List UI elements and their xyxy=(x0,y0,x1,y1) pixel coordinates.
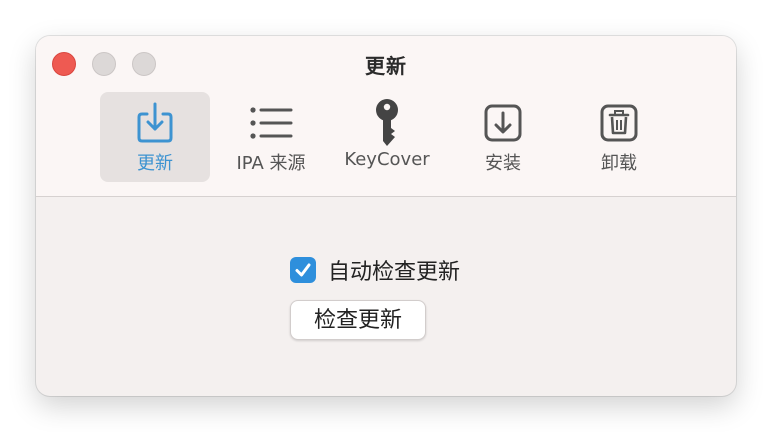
auto-update-row: 自动检查更新 xyxy=(290,254,460,286)
update-settings-panel: 自动检查更新 检查更新 xyxy=(36,197,736,396)
tab-keycover[interactable]: KeyCover xyxy=(332,92,442,182)
tab-keycover-label: KeyCover xyxy=(344,149,430,170)
list-icon xyxy=(216,102,326,144)
window-title: 更新 xyxy=(365,54,407,78)
tab-uninstall-label: 卸载 xyxy=(601,153,637,174)
check-updates-button[interactable]: 检查更新 xyxy=(290,300,426,340)
tab-uninstall[interactable]: 卸载 xyxy=(564,92,674,182)
preferences-window: 更新 更新 IPA 来源 KeyCover 安装 卸载 自动检查更新 检查更新 xyxy=(36,36,736,396)
download-tray-icon xyxy=(100,102,210,144)
tab-update-label: 更新 xyxy=(137,153,173,174)
key-icon xyxy=(332,99,442,146)
tab-update[interactable]: 更新 xyxy=(100,92,210,182)
tab-ipa-source-label: IPA 来源 xyxy=(236,153,306,174)
auto-update-checkbox[interactable] xyxy=(290,257,316,283)
install-arrow-icon xyxy=(448,102,558,144)
checkmark-icon xyxy=(295,263,311,277)
trash-icon xyxy=(564,102,674,144)
tab-install[interactable]: 安装 xyxy=(448,92,558,182)
tab-ipa-source[interactable]: IPA 来源 xyxy=(216,92,326,182)
titlebar: 更新 更新 IPA 来源 KeyCover 安装 卸载 xyxy=(36,36,736,197)
auto-update-label: 自动检查更新 xyxy=(328,260,461,285)
toolbar: 更新 IPA 来源 KeyCover 安装 卸载 xyxy=(100,92,680,182)
tab-install-label: 安装 xyxy=(485,153,521,174)
